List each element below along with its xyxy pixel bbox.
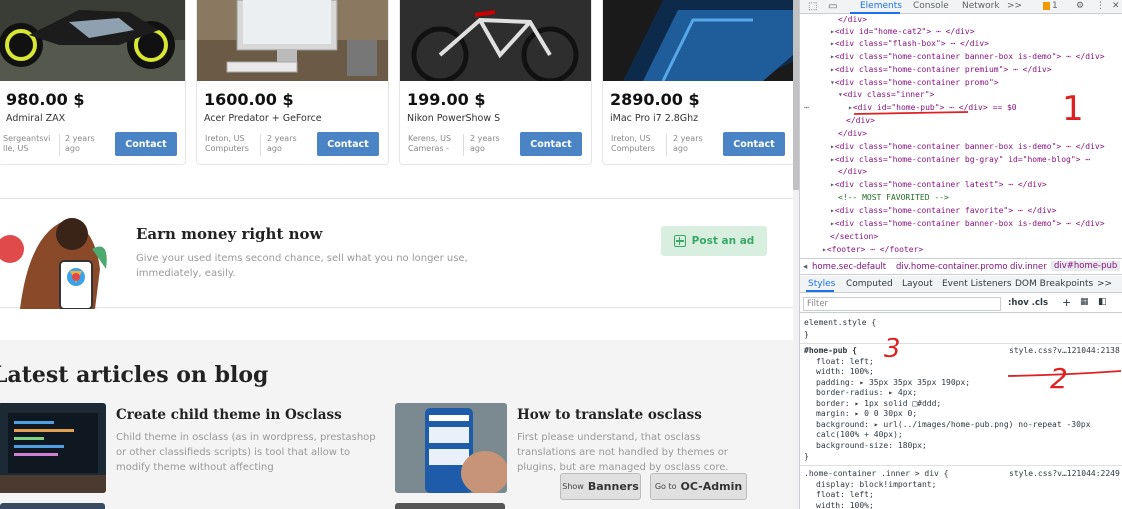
contact-button[interactable]: Contact: [115, 132, 177, 156]
show-banners-big: Banners: [587, 480, 639, 493]
listing-card[interactable]: 199.00 $ Nikon PowerShow S Kerens, US Ca…: [399, 0, 592, 165]
listing-title[interactable]: Acer Predator + GeForce: [204, 113, 322, 124]
listing-title[interactable]: Nikon PowerShow S: [407, 113, 500, 124]
listing-age: 2 years ago: [267, 134, 297, 153]
go-to-oc-admin-button[interactable]: Go to OC-Admin: [650, 473, 747, 500]
article-title[interactable]: Create child theme in Osclass: [116, 407, 342, 423]
promo-title: Earn money right now: [136, 225, 323, 243]
divider: [59, 134, 60, 156]
listing-price: 980.00 $: [6, 90, 85, 109]
post-ad-button[interactable]: Post an ad: [661, 226, 767, 256]
post-ad-label: Post an ad: [691, 235, 755, 247]
listing-price: 1600.00 $: [204, 90, 294, 109]
contact-button[interactable]: Contact: [520, 132, 582, 156]
show-banners-small: Show: [562, 482, 584, 491]
promo-illustration: [0, 209, 110, 309]
listing-location: Sergeantsvi lle, US: [3, 134, 51, 153]
article-title[interactable]: How to translate osclass: [517, 407, 702, 423]
oc-admin-small: Go to: [654, 482, 677, 491]
listing-age: 2 years ago: [673, 134, 703, 153]
screen: 980.00 $ Admiral ZAX Sergeantsvi lle, US…: [0, 0, 1122, 509]
annotation-underline-1: [853, 111, 969, 115]
oc-admin-big: OC-Admin: [680, 480, 743, 493]
article-thumbnail[interactable]: [395, 403, 507, 493]
devtools-panel: ⬚ ▭ Elements Console Network >> 1 ⚙ ⋮ ✕ …: [799, 0, 1122, 509]
promo-text: Give your used items second chance, sell…: [136, 253, 468, 279]
contact-button[interactable]: Contact: [723, 132, 785, 156]
divider: [666, 134, 667, 156]
plus-square-icon: [673, 235, 686, 247]
listing-title[interactable]: Admiral ZAX: [6, 113, 65, 124]
listing-image-bicycle[interactable]: [400, 0, 591, 81]
annotation-overlay: 1 2 3: [853, 89, 1122, 395]
listing-age: 2 years ago: [470, 134, 500, 153]
show-banners-button[interactable]: Show Banners: [560, 473, 641, 500]
contact-button[interactable]: Contact: [317, 132, 379, 156]
listing-card[interactable]: 1600.00 $ Acer Predator + GeForce Ireton…: [196, 0, 389, 165]
divider: [463, 134, 464, 156]
listing-location: Ireton, US Computers: [611, 134, 655, 153]
listing-card[interactable]: 2890.00 $ iMac Pro i7 2.8Ghz Ireton, US …: [602, 0, 793, 165]
listing-location: Kerens, US Cameras -: [408, 134, 452, 153]
listing-card[interactable]: 980.00 $ Admiral ZAX Sergeantsvi lle, US…: [0, 0, 186, 165]
annotation-number-1: 1: [1062, 89, 1084, 129]
article-excerpt: Child theme in osclass (as in wordpress,…: [116, 432, 376, 473]
annotation-number-2: 2: [1050, 362, 1068, 395]
article-thumbnail[interactable]: [395, 503, 505, 509]
listing-image-phone[interactable]: [603, 0, 793, 81]
listing-title[interactable]: iMac Pro i7 2.8Ghz: [610, 113, 698, 124]
home-pub-promo: Earn money right now Give your used item…: [0, 198, 793, 309]
listing-price: 2890.00 $: [610, 90, 700, 109]
annotation-number-3: 3: [884, 334, 901, 364]
listing-age: 2 years ago: [65, 134, 95, 153]
blog-heading: Latest articles on blog: [0, 362, 269, 388]
website-viewport: 980.00 $ Admiral ZAX Sergeantsvi lle, US…: [0, 0, 793, 509]
listing-image-computer[interactable]: [197, 0, 388, 81]
blog-article[interactable]: Create child theme in Osclass Child them…: [0, 403, 378, 503]
listing-price: 199.00 $: [407, 90, 486, 109]
article-excerpt: First please understand, that osclass tr…: [517, 432, 729, 473]
listing-location: Ireton, US Computers: [205, 134, 249, 153]
listing-image-motorcycle[interactable]: [0, 0, 185, 81]
article-thumbnail[interactable]: [0, 503, 105, 509]
divider: [260, 134, 261, 156]
article-thumbnail[interactable]: [0, 403, 106, 493]
